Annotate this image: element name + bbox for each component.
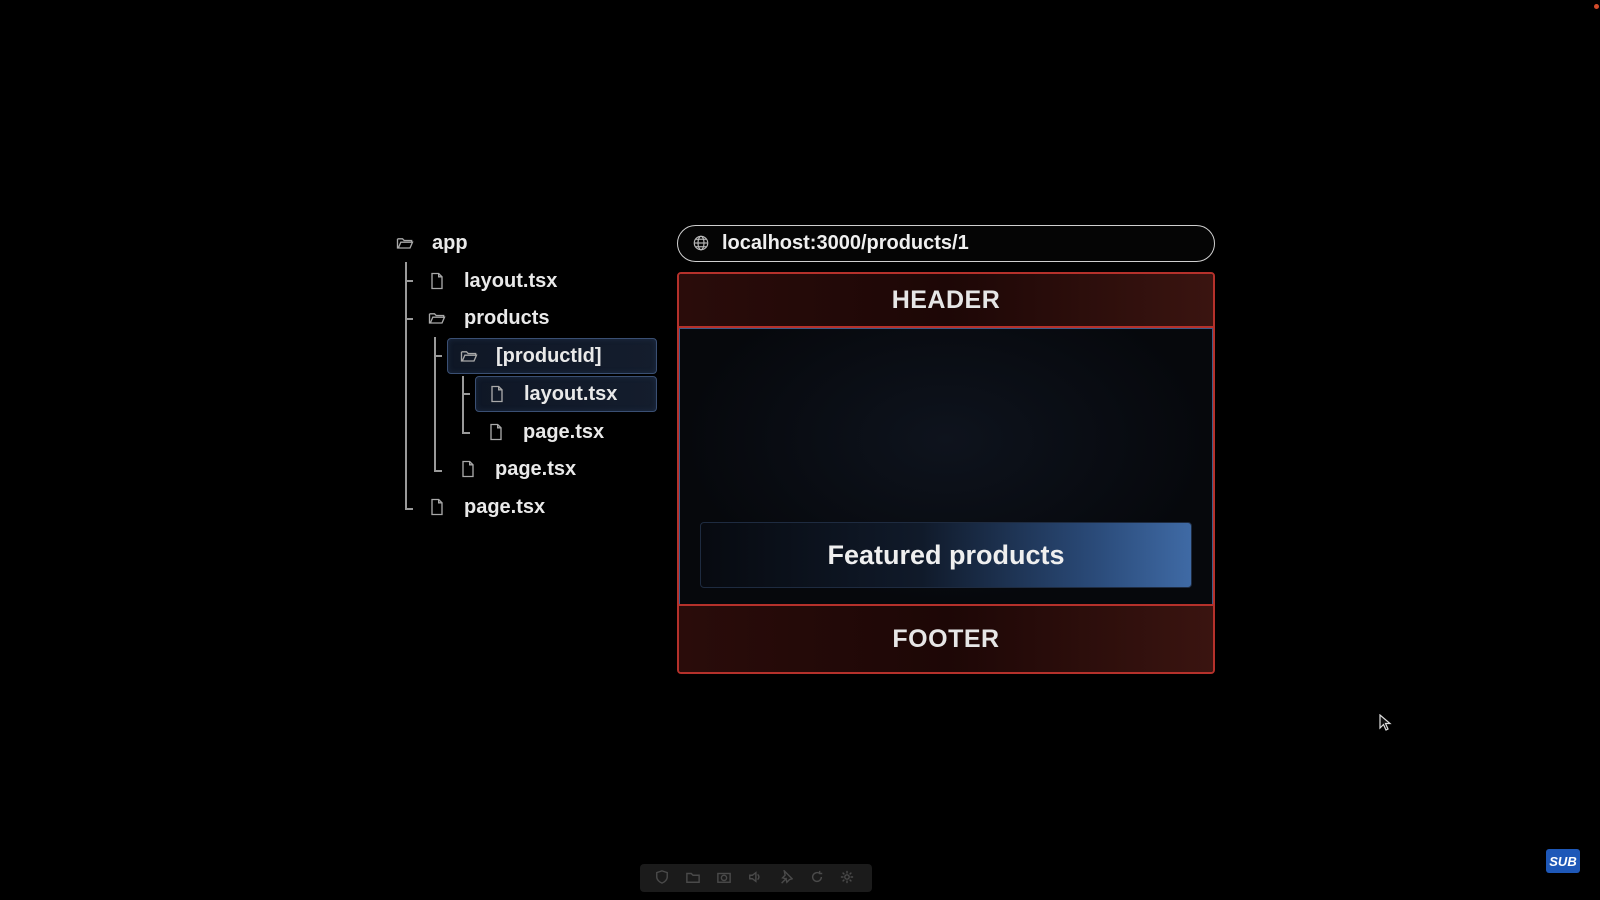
featured-products-label: Featured products [827, 539, 1065, 570]
file-icon [426, 496, 448, 518]
tree-item-label: app [432, 231, 468, 254]
folder-open-icon [458, 345, 480, 367]
tree-item-products[interactable]: products [416, 301, 636, 335]
file-icon [426, 270, 448, 292]
header-label: HEADER [891, 285, 1001, 314]
tree-item-label: [productId] [496, 344, 602, 367]
globe-icon [692, 234, 712, 254]
folder-open-icon [426, 307, 448, 329]
volume-icon[interactable] [748, 870, 764, 886]
layout-footer: FOOTER [679, 604, 1213, 672]
tree-item-layout-tsx[interactable]: layout.tsx [416, 264, 636, 298]
tree-item-label: layout.tsx [524, 382, 618, 405]
folder-icon[interactable] [686, 870, 702, 886]
player-toolbar [640, 864, 872, 892]
tree-connector [405, 508, 413, 510]
sub-badge[interactable]: SUB [1546, 849, 1580, 873]
shield-icon[interactable] [655, 870, 671, 886]
tree-connector [434, 337, 436, 472]
tree-connector [462, 432, 470, 434]
status-dot [1594, 4, 1599, 9]
page-content: Featured products [679, 328, 1213, 606]
tree-connector [405, 280, 413, 282]
tree-connector [462, 393, 470, 395]
tree-connector [462, 376, 464, 434]
tree-connector [434, 355, 442, 357]
file-icon [485, 421, 507, 443]
camera-icon[interactable] [717, 870, 733, 886]
mouse-cursor-icon [1379, 713, 1393, 732]
tree-item-app[interactable]: app [384, 226, 624, 260]
tree-item-productid[interactable]: [productId] [447, 338, 657, 374]
tree-item-app-page-tsx[interactable]: page.tsx [416, 490, 636, 524]
gear-icon[interactable] [840, 870, 856, 886]
file-tree: app layout.tsx products [productId] layo… [0, 0, 660, 540]
footer-label: FOOTER [892, 624, 1000, 653]
tree-item-productid-page-tsx[interactable]: page.tsx [475, 415, 657, 449]
pin-icon[interactable] [779, 870, 795, 886]
tree-item-label: page.tsx [464, 495, 546, 518]
featured-products-banner: Featured products [700, 522, 1192, 588]
tree-connector [405, 262, 407, 510]
tree-item-label: page.tsx [523, 420, 605, 443]
tree-item-label: layout.tsx [464, 269, 558, 292]
file-icon [457, 458, 479, 480]
tree-item-productid-layout-tsx[interactable]: layout.tsx [475, 376, 657, 412]
tree-item-label: page.tsx [495, 457, 577, 480]
folder-open-icon [394, 232, 416, 254]
tree-connector [405, 318, 413, 320]
address-bar[interactable]: localhost:3000/products/1 [677, 225, 1215, 262]
tree-item-label: products [464, 306, 550, 329]
refresh-icon[interactable] [810, 870, 826, 886]
file-icon [486, 383, 508, 405]
tree-item-products-page-tsx[interactable]: page.tsx [447, 452, 647, 486]
layout-header: HEADER [679, 274, 1213, 328]
browser-viewport: HEADER Featured products FOOTER [677, 272, 1215, 674]
url-text: localhost:3000/products/1 [722, 232, 969, 254]
tree-connector [434, 470, 442, 472]
